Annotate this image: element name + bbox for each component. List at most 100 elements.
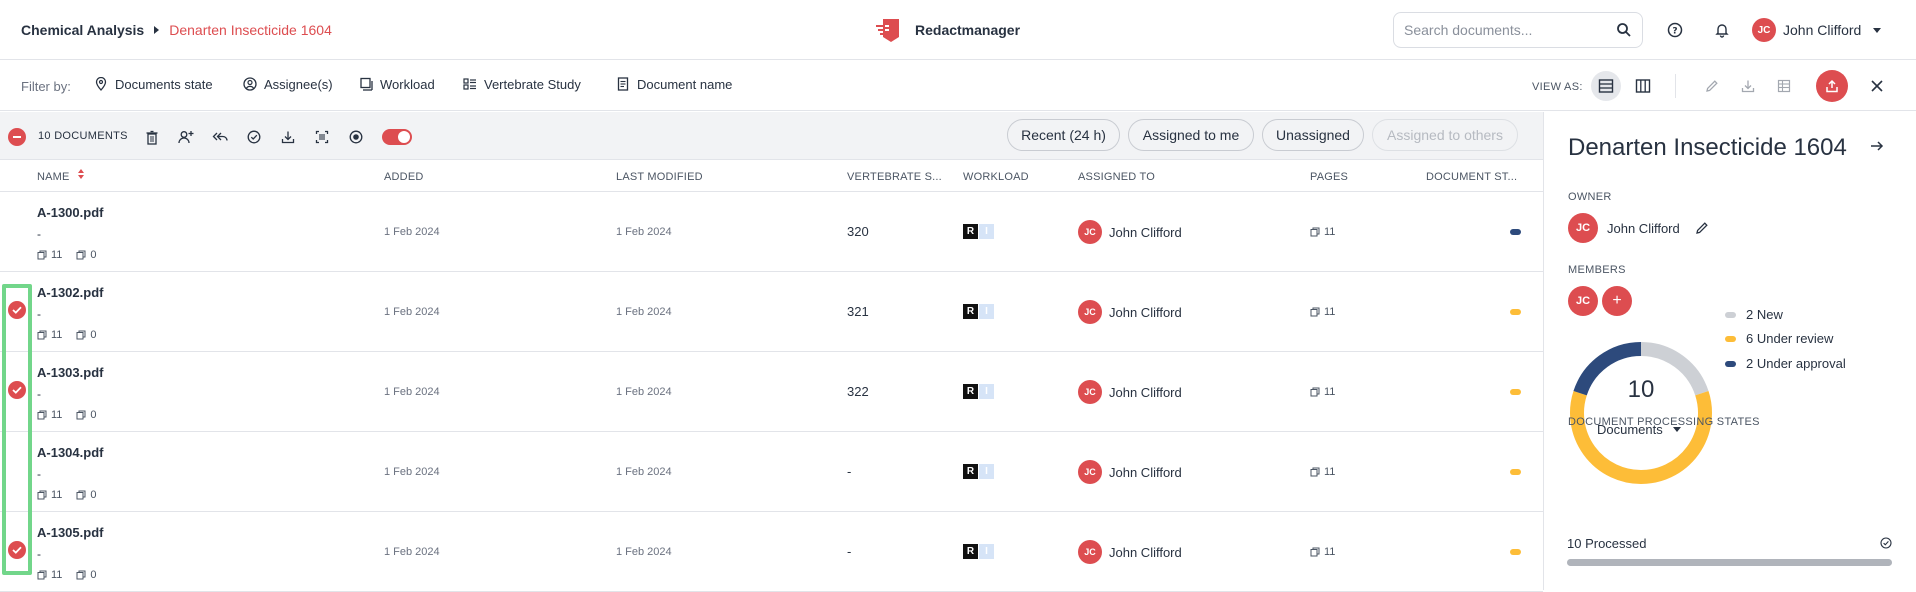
column-header-added[interactable]: ADDED xyxy=(384,171,424,183)
bulk-download-button[interactable] xyxy=(279,128,297,146)
top-bar: Chemical Analysis Denarten Insecticide 1… xyxy=(0,0,1916,60)
filter-documents-state[interactable]: Documents state xyxy=(93,76,213,92)
share-button[interactable] xyxy=(1816,70,1848,102)
column-header-last-modified[interactable]: LAST MODIFIED xyxy=(616,171,703,183)
chip-assigned-to-others[interactable]: Assigned to others xyxy=(1372,119,1518,151)
filter-label-text: Workload xyxy=(380,76,435,92)
file-name[interactable]: A-1302.pdf xyxy=(37,285,103,300)
column-header-assigned-to[interactable]: ASSIGNED TO xyxy=(1078,171,1155,183)
chip-unassigned[interactable]: Unassigned xyxy=(1262,119,1364,151)
record-button[interactable] xyxy=(347,128,365,146)
table-row[interactable]: A-1304.pdf - 11 0 1 Feb 2024 1 Feb 2024 … xyxy=(0,432,1543,512)
toggle-switch[interactable] xyxy=(382,129,412,145)
brand-name: Redactmanager xyxy=(915,22,1021,38)
pages-cell: 11 xyxy=(1310,466,1335,478)
edit-button[interactable] xyxy=(1702,76,1722,96)
legend-item[interactable]: 6 Under review xyxy=(1725,331,1833,346)
ocr-button[interactable] xyxy=(313,128,331,146)
breadcrumb-separator-icon xyxy=(154,26,160,34)
download-button[interactable] xyxy=(1738,76,1758,96)
assignee[interactable]: JC John Clifford xyxy=(1078,300,1182,324)
legend-label: 2 Under approval xyxy=(1746,356,1846,371)
pages-value: 11 xyxy=(1324,306,1336,318)
pages-icon xyxy=(37,330,47,340)
avatar[interactable]: JC xyxy=(1568,286,1598,316)
column-header-name[interactable]: NAME xyxy=(37,171,70,183)
assignee[interactable]: JC John Clifford xyxy=(1078,380,1182,404)
pages-cell: 11 xyxy=(1310,386,1335,398)
table-row[interactable]: A-1302.pdf - 11 0 1 Feb 2024 1 Feb 2024 … xyxy=(0,272,1543,352)
filter-assignees[interactable]: Assignee(s) xyxy=(242,76,333,92)
user-circle-icon xyxy=(242,76,258,92)
file-name[interactable]: A-1305.pdf xyxy=(37,525,103,540)
column-header-workload[interactable]: WORKLOAD xyxy=(963,171,1029,183)
legend-swatch xyxy=(1725,335,1736,342)
filter-vertebrate-study[interactable]: Vertebrate Study xyxy=(462,76,581,92)
view-as-label: VIEW AS: xyxy=(1532,81,1583,93)
legend-item[interactable]: 2 Under approval xyxy=(1725,356,1846,371)
sort-icon[interactable] xyxy=(78,169,84,179)
assign-user-button[interactable] xyxy=(177,128,195,146)
chevron-down-icon xyxy=(1873,27,1882,33)
added-date: 1 Feb 2024 xyxy=(384,226,440,238)
avatar: JC xyxy=(1568,213,1598,243)
close-button[interactable] xyxy=(1867,76,1887,96)
table-export-button[interactable] xyxy=(1774,76,1794,96)
workload-info-badge: I xyxy=(979,464,994,479)
assignee[interactable]: JC John Clifford xyxy=(1078,460,1182,484)
assignee[interactable]: JC John Clifford xyxy=(1078,540,1182,564)
list-view-button[interactable] xyxy=(1591,71,1621,101)
assignee[interactable]: JC John Clifford xyxy=(1078,220,1182,244)
pages-cell: 11 xyxy=(1310,306,1335,318)
annotations-icon xyxy=(76,490,86,500)
status-indicator xyxy=(1510,549,1521,555)
file-name[interactable]: A-1304.pdf xyxy=(37,445,103,460)
table-row[interactable]: A-1305.pdf - 11 0 1 Feb 2024 1 Feb 2024 … xyxy=(0,512,1543,592)
added-date: 1 Feb 2024 xyxy=(384,466,440,478)
filter-document-name[interactable]: Document name xyxy=(615,76,732,92)
file-name[interactable]: A-1303.pdf xyxy=(37,365,103,380)
search-icon[interactable] xyxy=(1616,22,1632,38)
workload-info-badge: I xyxy=(979,384,994,399)
delete-button[interactable] xyxy=(143,128,161,146)
column-header-vertebrate-study[interactable]: VERTEBRATE S... xyxy=(847,171,942,183)
table-row[interactable]: A-1300.pdf - 11 0 1 Feb 2024 1 Feb 2024 … xyxy=(0,192,1543,272)
notifications-bell-icon[interactable] xyxy=(1712,20,1732,40)
help-icon[interactable]: ? xyxy=(1665,20,1685,40)
workload-badges: R I xyxy=(963,384,994,399)
table-header: NAME ADDED LAST MODIFIED VERTEBRATE S...… xyxy=(0,161,1543,192)
approve-button[interactable] xyxy=(245,128,263,146)
user-menu[interactable]: JC John Clifford xyxy=(1752,18,1882,42)
deselect-all-button[interactable] xyxy=(8,128,26,146)
chip-assigned-to-me[interactable]: Assigned to me xyxy=(1128,119,1254,151)
edit-owner-icon[interactable] xyxy=(1695,221,1709,235)
toggle-knob xyxy=(398,131,410,143)
modified-date: 1 Feb 2024 xyxy=(616,546,672,558)
table-row[interactable]: A-1303.pdf - 11 0 1 Feb 2024 1 Feb 2024 … xyxy=(0,352,1543,432)
collapse-arrow-icon[interactable] xyxy=(1870,140,1884,152)
breadcrumb-parent[interactable]: Chemical Analysis xyxy=(21,22,144,38)
pages-icon xyxy=(1310,547,1320,557)
assignee-name: John Clifford xyxy=(1109,304,1182,320)
annotations-icon xyxy=(76,410,86,420)
search-input[interactable] xyxy=(1404,22,1616,38)
undo-workflow-button[interactable] xyxy=(211,128,229,146)
file-name[interactable]: A-1300.pdf xyxy=(37,205,103,220)
filter-workload[interactable]: Workload xyxy=(358,76,435,92)
page-count: 11 xyxy=(51,409,63,421)
add-member-button[interactable]: + xyxy=(1602,286,1632,316)
workflow-view-button[interactable] xyxy=(1628,71,1658,101)
annotation-count: 0 xyxy=(90,489,97,501)
column-header-pages[interactable]: PAGES xyxy=(1310,171,1348,183)
legend-item[interactable]: 2 New xyxy=(1725,307,1783,322)
table-icon xyxy=(1777,79,1791,93)
chip-recent[interactable]: Recent (24 h) xyxy=(1007,119,1120,151)
brand[interactable]: Redactmanager xyxy=(875,14,1020,46)
status-indicator xyxy=(1510,469,1521,475)
pages-icon xyxy=(1310,467,1320,477)
processing-states-label: DOCUMENT PROCESSING STATES xyxy=(1568,416,1760,428)
search-box[interactable] xyxy=(1393,12,1643,48)
column-header-document-status[interactable]: DOCUMENT ST... xyxy=(1426,171,1517,183)
breadcrumb-current[interactable]: Denarten Insecticide 1604 xyxy=(169,22,332,38)
progress-fill xyxy=(1567,559,1892,566)
